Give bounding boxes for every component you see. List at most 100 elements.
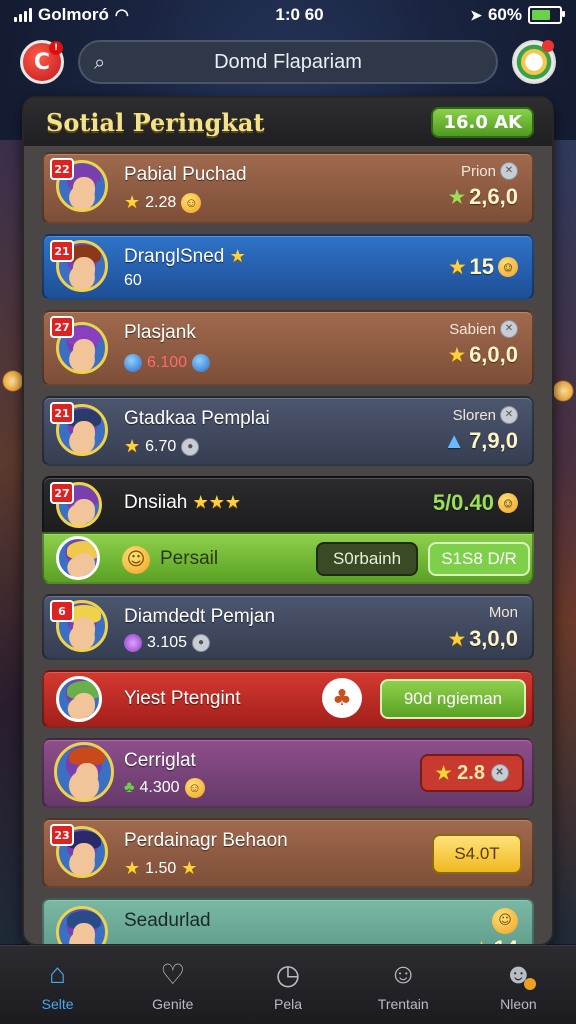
person-icon: ☺ — [388, 958, 418, 989]
background-lamp — [552, 380, 574, 402]
smiley-icon: ☺ — [498, 257, 518, 277]
panel-badge-button[interactable]: 16.0 AK — [431, 106, 534, 138]
battery-percent: 60% — [487, 5, 522, 24]
profile-button[interactable] — [512, 40, 556, 84]
avatar — [54, 742, 114, 802]
leaderboard-row[interactable]: 6 Diamdedt Pemjan 3.105 ● Mon ★ 3,0,0 — [42, 594, 534, 660]
wifi-icon: ◠ — [114, 7, 129, 24]
player-name: Plasjank — [124, 322, 196, 343]
player-name: DranglSned ★ — [124, 246, 246, 268]
star-icon: ★ — [448, 628, 466, 649]
gem-icon — [124, 354, 142, 372]
smiley-icon: ☺ — [492, 908, 518, 934]
coin-icon: ● — [192, 634, 211, 652]
notification-dot — [542, 40, 554, 52]
score-value: 7,9,0 — [469, 428, 518, 453]
search-bar[interactable]: ⌕ Domd Flapariam — [78, 40, 498, 84]
player-name: Pabial Puchad — [124, 164, 247, 185]
nav-item-person[interactable]: ☺ Trentain — [346, 946, 461, 1024]
rank-badge: 6 — [50, 600, 74, 622]
nav-label: Selte — [41, 996, 74, 1012]
coin-icon: ✕ — [500, 320, 518, 338]
row-label: Prion ✕ — [461, 162, 518, 180]
row-label: Sloren ✕ — [453, 406, 518, 424]
panel-title: Sotial Peringkat — [46, 107, 265, 137]
bottom-nav: ⌂ Selte ♡ Genite ◷ Pela ☺ Trentain ☻ Nle… — [0, 945, 576, 1024]
leaderboard-row[interactable]: 27 Dnsiiah ★★★ 5/0.40 ☺ — [42, 476, 534, 532]
avatar — [56, 906, 108, 944]
label-text: Prion — [460, 162, 496, 180]
smiley-icon: ☺ — [498, 493, 518, 513]
app-logo-button[interactable]: C! — [20, 40, 64, 84]
stat-value: 3.105 — [147, 634, 188, 651]
star-icon: ★ — [448, 186, 466, 207]
leaderboard-row[interactable]: 27 Plasjank 6.100 Sabien ✕ ★ 6,0,0 — [42, 310, 534, 386]
stat-value: 60 — [124, 272, 142, 289]
star-icon: ★ — [124, 858, 141, 878]
row-label: Sabien ✕ — [449, 320, 518, 338]
row-label: Mon — [489, 604, 518, 621]
star-icon: ★ — [435, 762, 452, 783]
background-lamp — [2, 370, 24, 392]
player-name: Cerriglat — [124, 750, 196, 771]
home-icon: ⌂ — [49, 958, 67, 989]
player-name: Diamdedt Pemjan — [124, 606, 276, 627]
player-stat: ★ 1.50 ★ — [124, 858, 197, 879]
leaderboard-row[interactable]: 22 Pabial Puchad ★ 2.28 ☺ Prion ✕ ★ 2,6,0 — [42, 152, 534, 224]
score-value: 2,6,0 — [469, 184, 518, 209]
avatar — [56, 676, 102, 722]
player-stat: ★ 6.70 ● — [124, 436, 200, 457]
subscribe-button[interactable]: S0rbainh — [316, 542, 418, 576]
nav-item-home[interactable]: ⌂ Selte — [0, 946, 115, 1024]
expanded-row: ☺ Persail S0rbainh S1S8 D/R — [42, 532, 534, 584]
player-name-text: Dnsiiah — [124, 492, 188, 513]
leaderboard-row[interactable]: 21 DranglSned ★ 60 ★ 15 ☺ — [42, 234, 534, 300]
coin-icon: ● — [181, 437, 200, 456]
star-icon: ★ — [448, 344, 466, 365]
nav-item-profile[interactable]: ☻ Nleon — [461, 946, 576, 1024]
search-text[interactable]: Domd Flapariam — [120, 51, 482, 74]
score-value: 6,0,0 — [469, 342, 518, 367]
score: ▲ 7,9,0 — [443, 428, 518, 454]
player-stat: ★ 2.28 ☺ — [124, 192, 202, 213]
promo-row[interactable]: Yiest Ptengint ♣ 90d ngieman — [42, 670, 534, 728]
price-button[interactable]: S4.0T — [432, 834, 522, 874]
leaderboard-row[interactable]: Cerriglat ♣ 4.300 ☺ ★ 2.8 ✕ — [42, 738, 534, 808]
smiley-icon: ☺ — [122, 546, 150, 574]
promo-button[interactable]: 90d ngieman — [380, 679, 526, 719]
score: ★ 6,0,0 — [449, 342, 518, 368]
player-name: Yiest Ptengint — [124, 688, 241, 709]
leaderboard-list: 22 Pabial Puchad ★ 2.28 ☺ Prion ✕ ★ 2,6,0 21… — [42, 152, 534, 944]
clock-icon: ◷ — [275, 958, 301, 990]
leaderboard-row[interactable]: 23 Perdainagr Behaon ★ 1.50 ★ S4.0T — [42, 818, 534, 888]
nav-label: Pela — [273, 996, 303, 1012]
player-name: Seadurlad — [124, 910, 211, 931]
coin-icon: ✕ — [500, 406, 518, 424]
drop-icon: ▲ — [443, 428, 466, 453]
nav-label: Nleon — [500, 996, 537, 1012]
player-name: Dnsiiah ★★★ — [124, 492, 241, 514]
coin-icon: ✕ — [490, 764, 509, 782]
score: ★ 2,6,0 — [449, 184, 518, 210]
nav-item-clock[interactable]: ◷ Pela — [230, 946, 345, 1024]
leaderboard-row[interactable]: 21 Gtadkaa Pemplai ★ 6.70 ● Sloren ✕ ▲ 7,9,0 — [42, 396, 534, 466]
stat-value: 6.70 — [145, 437, 177, 455]
gem-icon — [124, 634, 142, 652]
coin-icon: ✕ — [500, 162, 518, 180]
nav-item-heart[interactable]: ♡ Genite — [115, 946, 230, 1024]
star-icon: ★ — [124, 436, 141, 456]
score-button[interactable]: ★ 2.8 ✕ — [420, 754, 524, 792]
leaderboard-panel: Sotial Peringkat 16.0 AK 22 Pabial Pucha… — [22, 96, 554, 946]
score-value: 15 — [469, 254, 494, 279]
player-name: Gtadkaa Pemplai — [124, 408, 270, 429]
star-icon: ★ — [181, 858, 198, 878]
score: 5/0.40 ☺ — [433, 490, 518, 516]
top-bar: C! ⌕ Domd Flapariam — [20, 38, 556, 86]
player-stat: 60 — [124, 272, 142, 290]
leaderboard-row[interactable]: Seadurlad ☺ ★14 — [42, 898, 534, 944]
score-value: 2.8 — [457, 761, 485, 784]
player-stat: ♣ 4.300 ☺ — [124, 778, 205, 798]
confirm-button[interactable]: S1S8 D/R — [428, 542, 530, 576]
label-text: Sloren — [452, 406, 496, 424]
player-name-text: DranglSned — [124, 246, 225, 267]
